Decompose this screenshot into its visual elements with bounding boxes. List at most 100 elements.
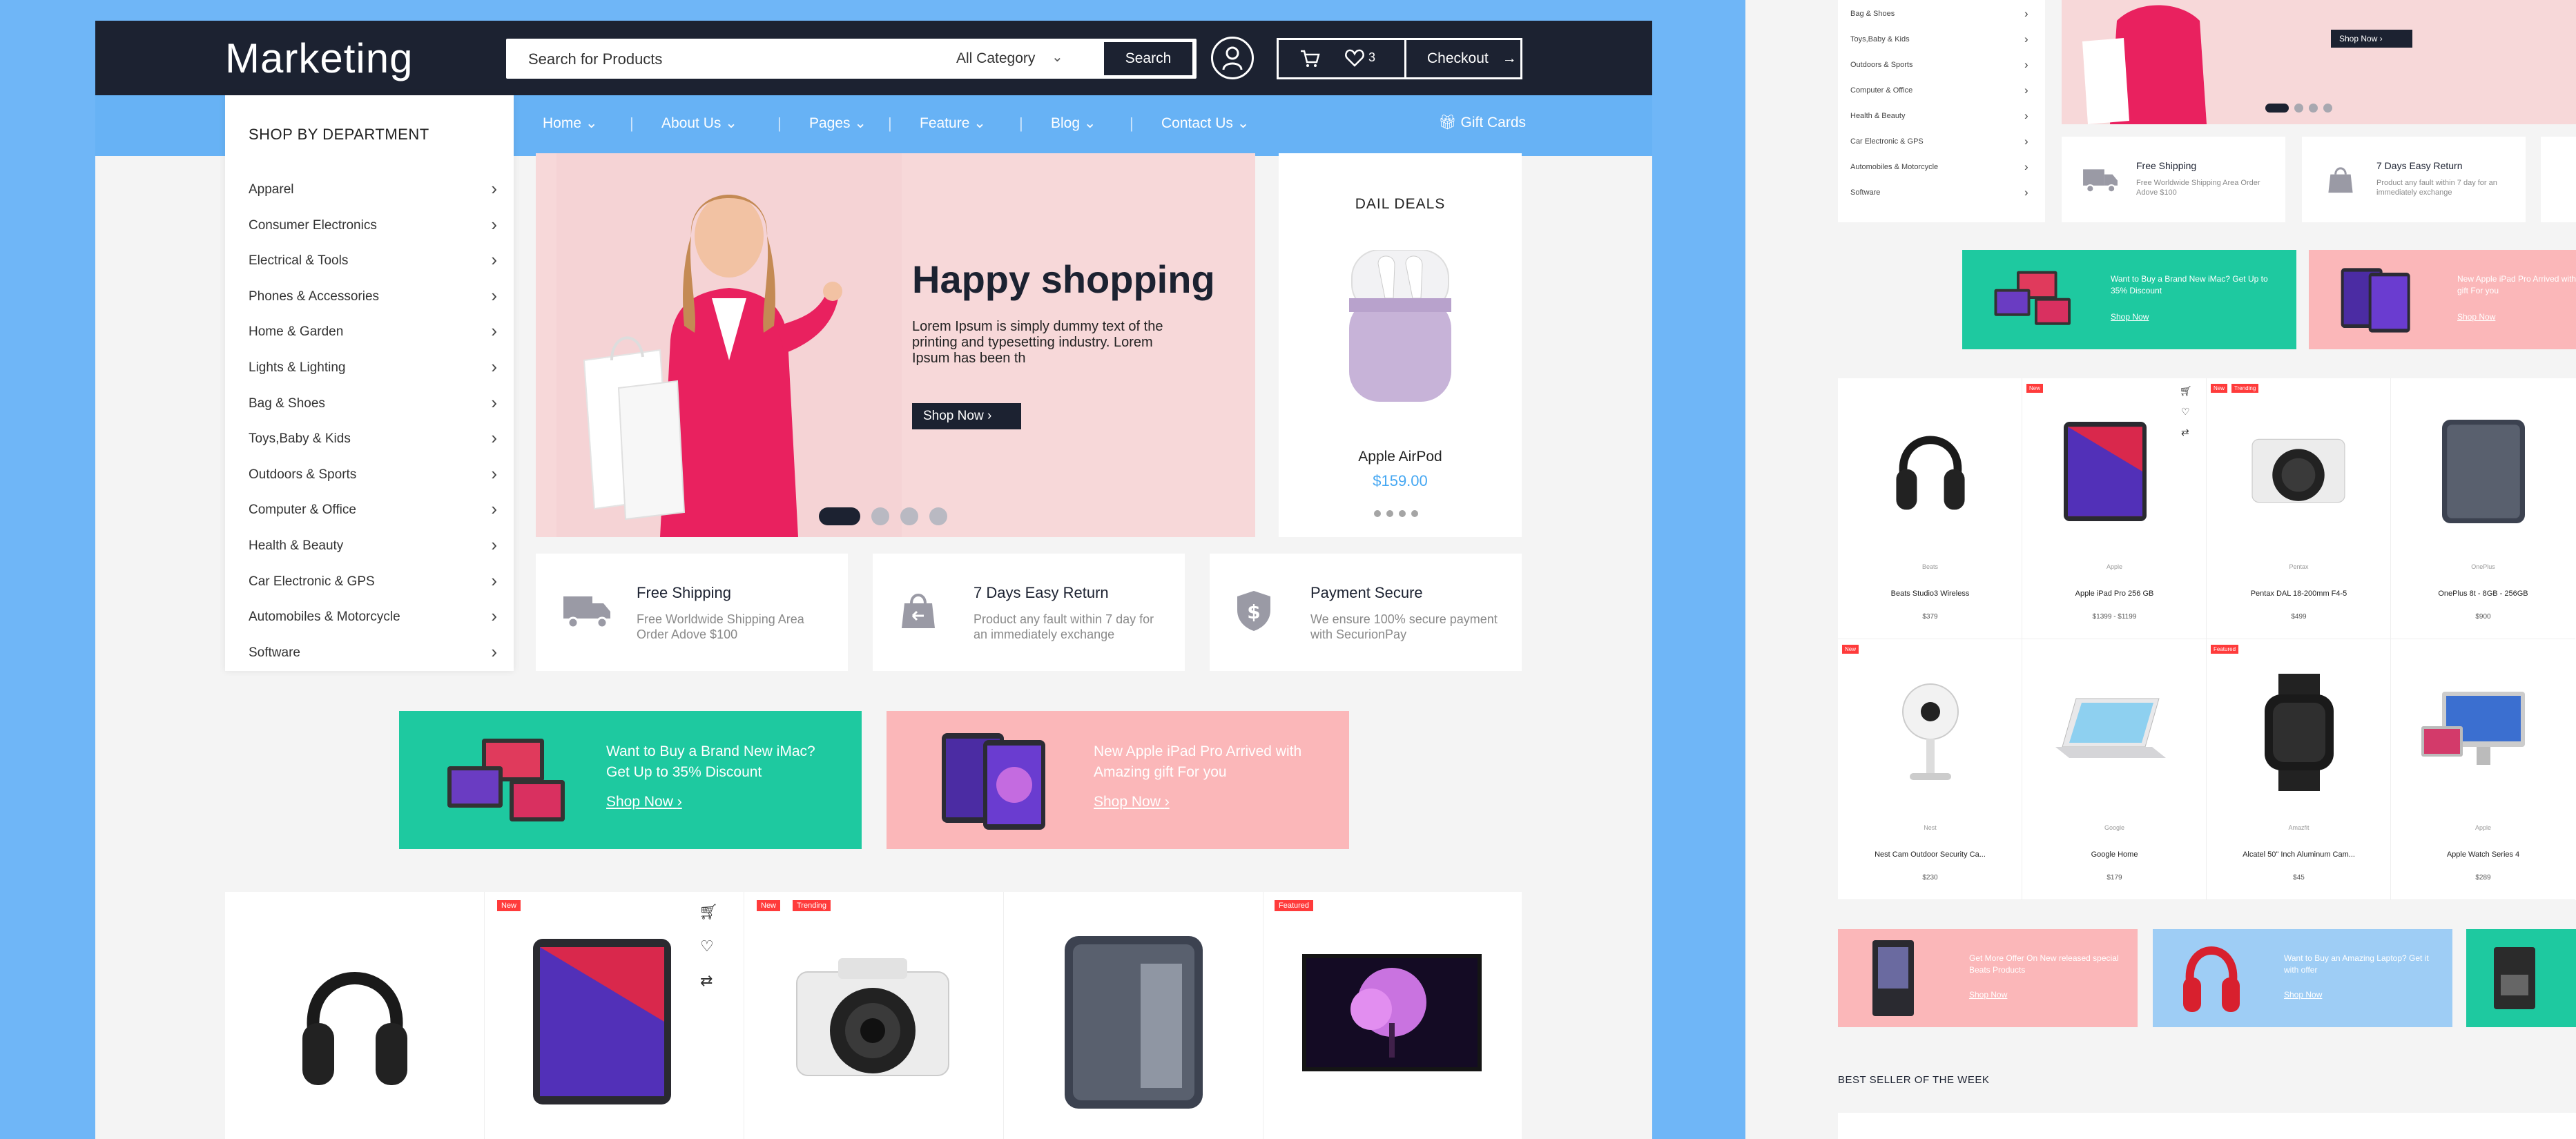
promo-banner-imac[interactable]: Want to Buy a Brand New iMac? Get Up to … <box>1962 250 2296 349</box>
product-card[interactable]: New 🛒︎ ♡ ⇄ <box>485 892 744 1139</box>
department-item[interactable]: Car Electronic & GPS › <box>249 570 497 606</box>
department-item[interactable]: Lights & Lighting › <box>249 356 497 392</box>
nav-item-contact[interactable]: Contact Us ⌄ <box>1161 115 1249 132</box>
nav-item-about[interactable]: About Us ⌄ <box>661 115 737 132</box>
product-card[interactable]: Beats Beats Studio3 Wireless $379 <box>1838 378 2022 639</box>
heart-icon[interactable] <box>1345 49 1364 67</box>
carousel-dot[interactable] <box>1399 510 1406 517</box>
nav-item-pages[interactable]: Pages ⌄ <box>809 115 866 132</box>
product-card[interactable]: Apple Apple Watch Series 4 $289 <box>2391 639 2575 900</box>
department-item[interactable]: Health & Beauty <box>1850 112 1906 120</box>
promo-banner-beats[interactable]: Get More Offer On New released special B… <box>1838 929 2138 1027</box>
department-label: Lights & Lighting <box>249 360 346 375</box>
banner-shop-now-link[interactable]: Shop Now <box>1969 990 2007 1000</box>
account-button[interactable] <box>1211 37 1254 79</box>
heart-icon[interactable]: ♡ <box>700 937 714 955</box>
department-item[interactable]: Automobiles & Motorcycle <box>1850 163 1938 171</box>
product-card[interactable] <box>225 892 485 1139</box>
department-item[interactable]: Outdoors & Sports <box>1850 61 1913 69</box>
banner-shop-now-link[interactable]: Shop Now <box>2284 990 2322 1000</box>
banner-shop-now-link[interactable]: Shop Now <box>2457 312 2495 322</box>
banner-shop-now-link[interactable]: Shop Now › <box>606 794 682 810</box>
brand-logo[interactable]: Marketing <box>225 35 413 82</box>
cart-icon[interactable] <box>1299 49 1320 68</box>
carousel-dot[interactable] <box>2265 104 2289 113</box>
department-item[interactable]: Bag & Shoes <box>1850 10 1895 18</box>
department-item[interactable]: Electrical & Tools › <box>249 249 497 285</box>
department-item[interactable]: Car Electronic & GPS <box>1850 137 1924 146</box>
carousel-dot[interactable] <box>2309 104 2318 113</box>
carousel-dot[interactable] <box>929 507 947 525</box>
search-button[interactable]: Search <box>1104 42 1192 75</box>
carousel-dot[interactable] <box>819 507 860 525</box>
chevron-right-icon: › <box>491 463 497 484</box>
department-item[interactable]: Apparel › <box>249 178 497 214</box>
nav-item-feature[interactable]: Feature ⌄ <box>920 115 986 132</box>
carousel-dot[interactable] <box>871 507 889 525</box>
product-card[interactable]: New Trending <box>744 892 1004 1139</box>
product-price: $379 <box>1922 613 1938 621</box>
product-card[interactable]: Google Google Home $179 <box>2022 639 2207 900</box>
link-label: Shop Now <box>1094 794 1161 810</box>
department-item[interactable]: Software <box>1850 188 1880 197</box>
carousel-dot[interactable] <box>2323 104 2332 113</box>
product-card[interactable]: Featured Amazfit Alcatel 50" Inch Alumin… <box>2207 639 2391 900</box>
desktop-tower-image <box>1872 940 1914 1016</box>
trending-badge: Trending <box>793 900 831 911</box>
promo-banner-partial[interactable] <box>2466 929 2576 1027</box>
compare-icon[interactable]: ⇄ <box>2181 427 2189 438</box>
hero-shop-now-button[interactable]: Shop Now › <box>2331 30 2412 48</box>
promo-banner-laptop[interactable]: Want to Buy an Amazing Laptop? Get it wi… <box>2153 929 2452 1027</box>
best-seller-heading: BEST SELLER OF THE WEEK <box>1838 1074 1990 1086</box>
gift-cards-link[interactable]: 🎁︎ Gift Cards <box>1438 115 1526 131</box>
carousel-dot[interactable] <box>2294 104 2303 113</box>
department-item[interactable]: Outdoors & Sports › <box>249 463 497 499</box>
daily-deals-card[interactable]: DAIL DEALS Apple AirPod $159.00 <box>1279 153 1522 537</box>
banner-title: Get More Offer On New released special B… <box>1969 953 2119 975</box>
product-card[interactable]: New Nest Nest Cam Outdoor Security Ca...… <box>1838 639 2022 900</box>
deal-price: $159.00 <box>1373 472 1428 489</box>
product-card[interactable]: Featured <box>1263 892 1522 1139</box>
product-card[interactable]: New 🛒︎ ♡ ⇄ Apple Apple iPad Pro 256 GB $… <box>2022 378 2207 639</box>
search-input[interactable]: Search for Products <box>528 50 662 68</box>
cart-icon[interactable]: 🛒︎ <box>699 903 718 921</box>
department-item[interactable]: Toys,Baby & Kids › <box>249 427 497 463</box>
headphones-image <box>302 972 407 1085</box>
heart-icon[interactable]: ♡ <box>2181 406 2190 418</box>
feature-title: Payment Secure <box>1310 584 1423 601</box>
product-card[interactable]: OnePlus OnePlus 8t - 8GB - 256GB $900 <box>2391 378 2575 639</box>
nav-item-blog[interactable]: Blog ⌄ <box>1051 115 1096 132</box>
department-item[interactable]: Software › <box>249 641 497 677</box>
department-item[interactable]: Automobiles & Motorcycle › <box>249 605 497 641</box>
department-item[interactable]: Home & Garden › <box>249 320 497 356</box>
category-select[interactable]: All Category <box>956 50 1035 67</box>
nav-item-home[interactable]: Home ⌄ <box>543 115 597 132</box>
checkout-button[interactable]: Checkout → <box>1404 40 1520 77</box>
product-card[interactable] <box>1004 892 1263 1139</box>
gift-icon: 🎁︎ <box>1438 115 1457 130</box>
cart-icon[interactable]: 🛒︎ <box>2180 385 2192 397</box>
promo-banner-ipad[interactable]: New Apple iPad Pro Arrived with Amazing … <box>887 711 1349 849</box>
department-item[interactable]: Computer & Office › <box>249 498 497 534</box>
department-item[interactable]: Computer & Office <box>1850 86 1912 95</box>
carousel-dot[interactable] <box>1374 510 1381 517</box>
carousel-dot[interactable] <box>1386 510 1393 517</box>
banner-shop-now-link[interactable]: Shop Now › <box>1094 794 1170 810</box>
department-item[interactable]: Bag & Shoes › <box>249 392 497 428</box>
department-item[interactable]: Phones & Accessories › <box>249 285 497 321</box>
department-label: Apparel <box>249 182 294 197</box>
department-item[interactable]: Toys,Baby & Kids <box>1850 35 1910 43</box>
product-card[interactable]: New Trending Pentax Pentax DAL 18-200mm … <box>2207 378 2391 639</box>
department-label: Consumer Electronics <box>249 217 377 233</box>
carousel-dot[interactable] <box>1411 510 1418 517</box>
hero-shop-now-button[interactable]: Shop Now › <box>912 403 1021 429</box>
featured-badge: Featured <box>1275 900 1314 911</box>
banner-shop-now-link[interactable]: Shop Now <box>2111 312 2149 322</box>
department-item[interactable]: Health & Beauty › <box>249 534 497 570</box>
promo-banner-imac[interactable]: Want to Buy a Brand New iMac? Get Up to … <box>399 711 862 849</box>
compare-icon[interactable]: ⇄ <box>700 972 713 990</box>
product-name: OnePlus 8t - 8GB - 256GB <box>2438 590 2528 598</box>
promo-banner-ipad[interactable]: New Apple iPad Pro Arrived with Amazing … <box>2309 250 2576 349</box>
department-item[interactable]: Consumer Electronics › <box>249 214 497 250</box>
carousel-dot[interactable] <box>900 507 918 525</box>
